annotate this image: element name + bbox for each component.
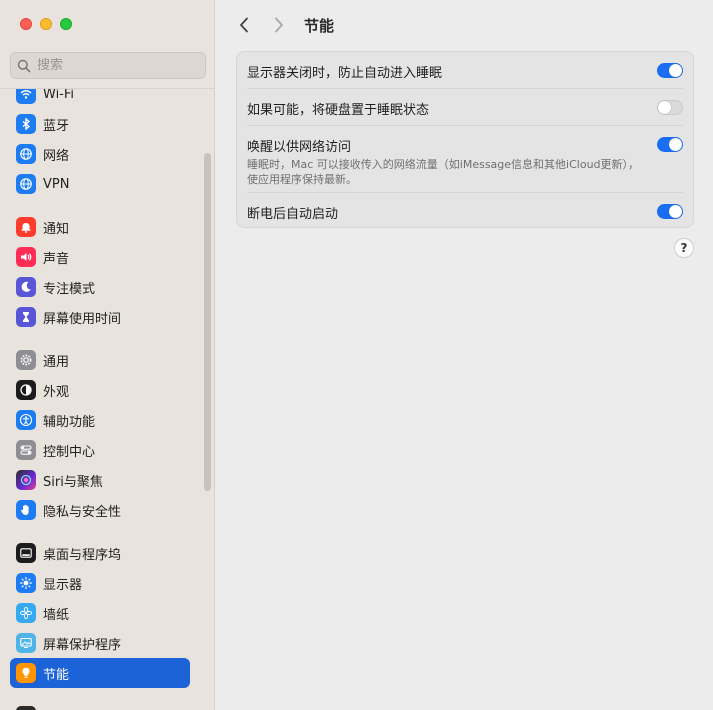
sidebar-item-label: 声音 (43, 251, 70, 267)
setting-description: 睡眠时，Mac 可以接收传入的网络流量（如iMessage信息和其他iCloud… (247, 158, 640, 186)
control-center-icon (16, 440, 36, 460)
sidebar-item-accessibility[interactable]: 辅助功能 (10, 405, 190, 435)
traffic-lights (20, 18, 72, 30)
sidebar-item-label: 控制中心 (43, 444, 96, 460)
sidebar-item-partial[interactable] (10, 701, 190, 710)
prevent-sleep-toggle[interactable] (657, 63, 683, 78)
disk-sleep-toggle[interactable] (657, 100, 683, 115)
close-window-button[interactable] (20, 18, 32, 30)
partial-item-icon (16, 706, 36, 710)
search-icon (17, 59, 31, 72)
sidebar-item-focus[interactable]: 专注模式 (10, 272, 190, 302)
sidebar-item-notifications[interactable]: 通知 (10, 212, 190, 242)
chevron-left-icon (240, 17, 248, 33)
lightbulb-icon (16, 663, 36, 683)
chevron-right-icon (275, 17, 283, 33)
vpn-globe-icon (16, 174, 36, 194)
zoom-window-button[interactable] (60, 18, 72, 30)
bluetooth-icon (16, 114, 36, 134)
hourglass-icon (16, 307, 36, 327)
page-title: 节能 (304, 17, 335, 35)
setting-label: 断电后自动启动 (247, 207, 339, 222)
row-divider (247, 192, 683, 193)
sidebar-item-label: 屏幕使用时间 (43, 311, 122, 327)
sidebar-item-label: 专注模式 (43, 281, 96, 297)
speaker-icon (16, 247, 36, 267)
settings-group: 显示器关闭时，防止自动进入睡眠 如果可能，将硬盘置于睡眠状态 唤醒以供网络访问 … (236, 51, 694, 228)
sidebar-item-label: 桌面与程序坞 (43, 547, 122, 563)
setting-row-prevent-sleep: 显示器关闭时，防止自动进入睡眠 (237, 62, 693, 81)
flower-icon (16, 603, 36, 623)
sidebar-item-wifi[interactable]: Wi-Fi (10, 88, 190, 109)
setting-row-disk-sleep: 如果可能，将硬盘置于睡眠状态 (237, 99, 693, 118)
sidebar-item-label: VPN (43, 176, 70, 192)
sidebar-item-control-center[interactable]: 控制中心 (10, 435, 190, 465)
gear-icon (16, 350, 36, 370)
sidebar-item-wallpaper[interactable]: 墙纸 (10, 598, 190, 628)
sidebar-item-label: 屏幕保护程序 (43, 637, 122, 653)
help-button[interactable]: ? (674, 238, 694, 258)
sidebar-item-label: 蓝牙 (43, 118, 70, 134)
sidebar-item-label: 隐私与安全性 (43, 504, 122, 520)
setting-text-block: 唤醒以供网络访问 睡眠时，Mac 可以接收传入的网络流量（如iMessage信息… (247, 136, 647, 187)
sidebar-item-bluetooth[interactable]: 蓝牙 (10, 109, 190, 139)
row-divider (247, 88, 683, 89)
sidebar-item-desktop-dock[interactable]: 桌面与程序坞 (10, 538, 190, 568)
sidebar-item-sound[interactable]: 声音 (10, 242, 190, 272)
accessibility-icon (16, 410, 36, 430)
setting-row-auto-restart: 断电后自动启动 (237, 203, 693, 222)
sidebar-item-label: 外观 (43, 384, 70, 400)
screensaver-icon (16, 633, 36, 653)
sidebar-item-screen-time[interactable]: 屏幕使用时间 (10, 302, 190, 332)
bell-icon (16, 217, 36, 237)
sidebar: Wi-Fi 蓝牙 网络 VPN (0, 0, 215, 710)
row-divider (247, 125, 683, 126)
globe-icon (16, 144, 36, 164)
sidebar-item-appearance[interactable]: 外观 (10, 375, 190, 405)
sidebar-item-label: Wi-Fi (43, 88, 75, 102)
setting-label: 如果可能，将硬盘置于睡眠状态 (247, 103, 430, 118)
sidebar-item-label: 网络 (43, 148, 70, 164)
sidebar-scrollbar[interactable] (204, 153, 211, 491)
auto-restart-toggle[interactable] (657, 204, 683, 219)
sidebar-item-vpn[interactable]: VPN (10, 169, 190, 199)
back-button[interactable] (233, 14, 255, 36)
moon-icon (16, 277, 36, 297)
dock-icon (16, 543, 36, 563)
setting-label: 显示器关闭时，防止自动进入睡眠 (247, 66, 443, 81)
wifi-icon (16, 89, 36, 104)
search-field[interactable] (10, 52, 206, 79)
system-settings-window: Wi-Fi 蓝牙 网络 VPN (0, 0, 713, 710)
wake-network-toggle[interactable] (657, 137, 683, 152)
sidebar-item-general[interactable]: 通用 (10, 345, 190, 375)
sidebar-item-label: 通知 (43, 221, 70, 237)
sidebar-item-siri-spotlight[interactable]: Siri与聚焦 (10, 465, 190, 495)
sidebar-item-label: 墙纸 (43, 607, 70, 623)
forward-button[interactable] (268, 14, 290, 36)
search-input[interactable] (37, 58, 197, 73)
sidebar-item-label: 通用 (43, 354, 70, 370)
minimize-window-button[interactable] (40, 18, 52, 30)
sidebar-item-displays[interactable]: 显示器 (10, 568, 190, 598)
sidebar-item-label: 节能 (43, 667, 70, 683)
sidebar-item-privacy-security[interactable]: 隐私与安全性 (10, 495, 190, 525)
setting-label: 唤醒以供网络访问 (247, 140, 352, 155)
setting-row-wake-network: 唤醒以供网络访问 睡眠时，Mac 可以接收传入的网络流量（如iMessage信息… (237, 136, 693, 187)
sidebar-item-screen-saver[interactable]: 屏幕保护程序 (10, 628, 190, 658)
appearance-icon (16, 380, 36, 400)
main-content: 节能 显示器关闭时，防止自动进入睡眠 如果可能，将硬盘置于睡眠状态 唤醒以供网络… (215, 0, 713, 710)
siri-icon (16, 470, 36, 490)
sidebar-item-energy-saver[interactable]: 节能 (10, 658, 190, 688)
hand-icon (16, 500, 36, 520)
sidebar-item-label: 显示器 (43, 577, 83, 593)
sidebar-item-network[interactable]: 网络 (10, 139, 190, 169)
sidebar-item-label: 辅助功能 (43, 414, 96, 430)
sidebar-item-label: Siri与聚焦 (43, 474, 103, 490)
sun-icon (16, 573, 36, 593)
sidebar-list: Wi-Fi 蓝牙 网络 VPN 通知 声音 专注模式 屏幕使用时间 通用 外观 … (0, 88, 214, 710)
